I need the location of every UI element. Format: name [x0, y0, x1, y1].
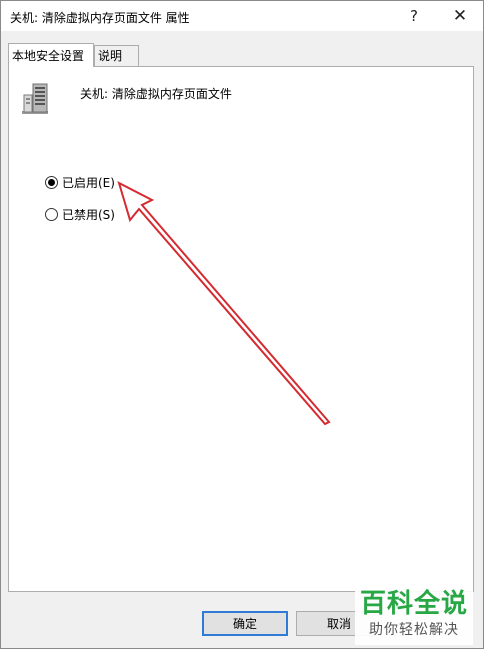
settings-panel: 关机: 清除虚拟内存页面文件 已启用(E) 已禁用(S) — [8, 66, 474, 592]
close-icon: ✕ — [452, 6, 468, 26]
properties-dialog: 关机: 清除虚拟内存页面文件 属性 ? ✕ 本地安全设置 说明 关机: 清除虚拟… — [0, 0, 484, 649]
close-button[interactable]: ✕ — [437, 1, 483, 31]
radio-disabled[interactable] — [45, 208, 58, 221]
policy-name: 关机: 清除虚拟内存页面文件 — [80, 87, 232, 101]
option-enabled-label: 已启用(E) — [62, 176, 115, 190]
server-policy-icon — [22, 83, 48, 114]
title-bar: 关机: 清除虚拟内存页面文件 属性 ? ✕ — [1, 1, 483, 31]
option-disabled-label: 已禁用(S) — [62, 208, 115, 222]
watermark: 百科全说 助你轻松解决 — [355, 587, 473, 645]
help-button[interactable]: ? — [391, 1, 437, 31]
radio-enabled[interactable] — [45, 176, 58, 189]
tab-local-security-setting[interactable]: 本地安全设置 — [8, 43, 94, 67]
watermark-subtitle: 助你轻松解决 — [369, 622, 459, 638]
tab-strip: 本地安全设置 说明 — [1, 31, 483, 67]
option-enabled[interactable]: 已启用(E) — [45, 174, 115, 191]
question-mark-icon: ? — [410, 7, 418, 25]
option-disabled[interactable]: 已禁用(S) — [45, 206, 115, 223]
radio-selected-dot — [48, 179, 55, 186]
window-title: 关机: 清除虚拟内存页面文件 属性 — [10, 11, 190, 25]
watermark-title: 百科全说 — [359, 589, 468, 619]
tab-explain[interactable]: 说明 — [94, 45, 139, 66]
ok-button[interactable]: 确定 — [202, 611, 288, 636]
